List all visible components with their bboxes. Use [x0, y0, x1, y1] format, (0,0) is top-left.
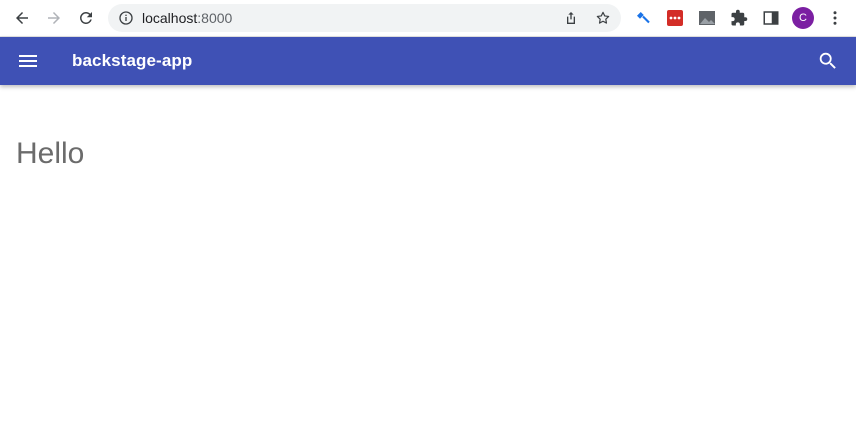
browser-toolbar: localhost:8000 C	[0, 0, 856, 37]
drawer-menu-button[interactable]	[16, 49, 40, 73]
address-bar[interactable]: localhost:8000	[108, 4, 621, 32]
forward-button[interactable]	[42, 6, 66, 30]
url-text[interactable]: localhost:8000	[142, 10, 232, 26]
image-extension-icon	[699, 11, 715, 25]
sidepanel-icon	[763, 11, 779, 25]
reload-icon	[79, 11, 92, 24]
forward-icon	[48, 12, 60, 24]
url-port: :8000	[197, 10, 233, 26]
password-extension-icon	[667, 10, 683, 26]
side-panel-button[interactable]	[762, 9, 780, 27]
reload-button[interactable]	[74, 6, 98, 30]
extensions-button[interactable]	[730, 9, 748, 27]
profile-avatar[interactable]: C	[792, 7, 814, 29]
page-heading: Hello	[16, 137, 85, 170]
menu-icon	[19, 55, 37, 67]
extension-lastpass-button[interactable]	[666, 9, 684, 27]
puzzle-icon	[731, 9, 748, 26]
search-button[interactable]	[816, 49, 840, 73]
star-icon[interactable]	[595, 10, 611, 26]
search-icon	[819, 52, 836, 69]
url-host: localhost	[142, 10, 198, 26]
back-icon	[16, 12, 28, 24]
app-title: backstage-app	[72, 51, 193, 70]
share-icon[interactable]	[563, 10, 579, 26]
back-button[interactable]	[10, 6, 34, 30]
browser-menu-button[interactable]	[826, 9, 844, 27]
more-icon	[833, 11, 837, 25]
hammer-extension-icon	[637, 12, 650, 24]
extension-image-button[interactable]	[698, 9, 716, 27]
extension-dev-button[interactable]	[634, 9, 652, 27]
info-icon[interactable]	[118, 10, 134, 26]
app-header: backstage-app	[0, 37, 856, 85]
